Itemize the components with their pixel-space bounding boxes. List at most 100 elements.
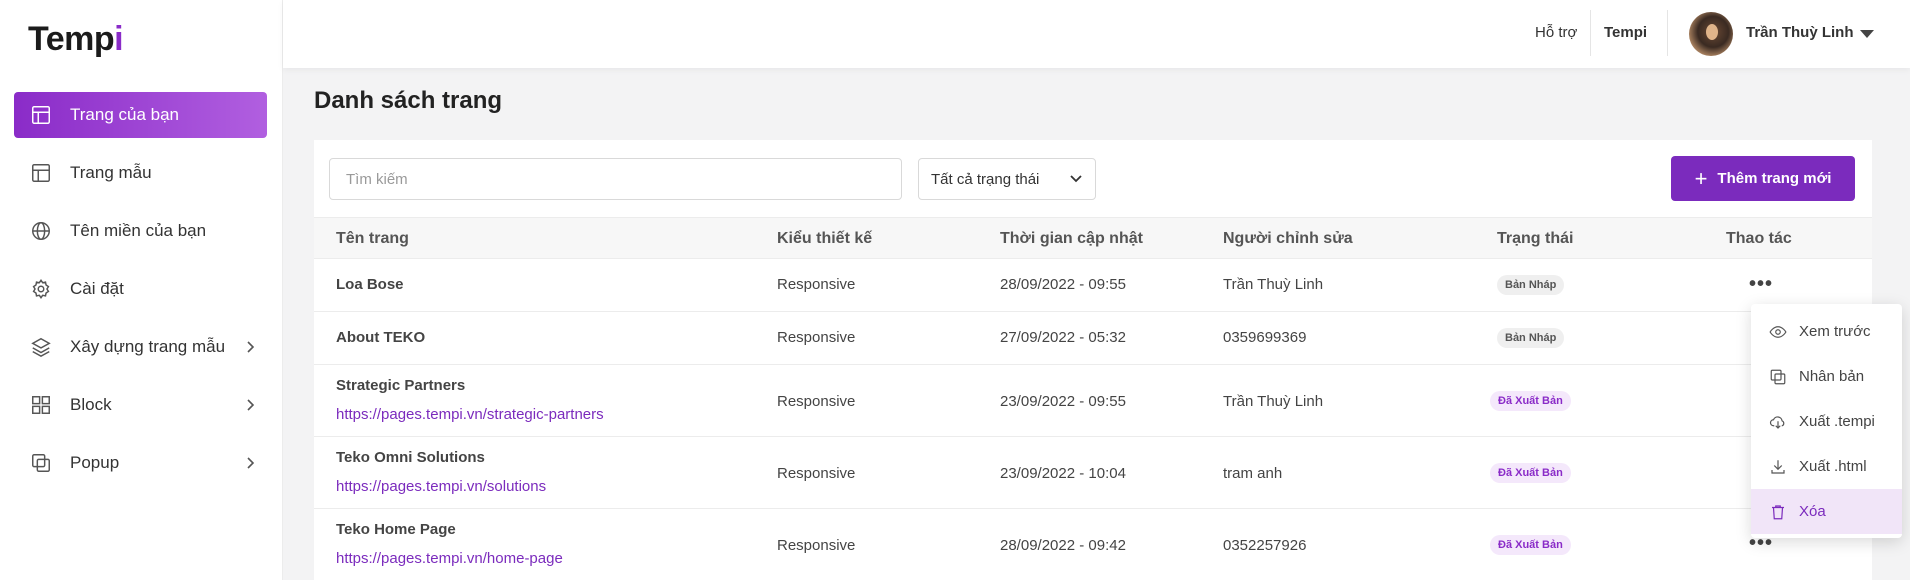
menu-item-export-tempi[interactable]: Xuất .tempi bbox=[1751, 399, 1902, 444]
search-input[interactable] bbox=[329, 158, 902, 200]
sidebar-item-label: Xây dựng trang mẫu bbox=[70, 337, 226, 356]
popup-icon bbox=[30, 452, 52, 474]
sidebar-item-build-template[interactable]: Xây dựng trang mẫu bbox=[14, 324, 267, 370]
grid-icon bbox=[30, 394, 52, 416]
status-badge: Đã Xuất Bản bbox=[1490, 535, 1571, 555]
table-row[interactable]: Teko Omni Solutions https://pages.tempi.… bbox=[314, 437, 1872, 509]
add-page-button[interactable]: + Thêm trang mới bbox=[1671, 156, 1855, 201]
page-name[interactable]: Loa Bose bbox=[336, 276, 404, 293]
page-title: Danh sách trang bbox=[314, 87, 503, 114]
editor-name: tram anh bbox=[1223, 465, 1283, 482]
divider bbox=[1667, 10, 1668, 56]
sidebar-item-label: Popup bbox=[70, 453, 120, 472]
sidebar-nav: Trang của bạn Trang mẫu Tên miền của bạn… bbox=[14, 92, 267, 498]
status-filter-value: Tất cả trạng thái bbox=[931, 170, 1040, 188]
column-header[interactable]: Thời gian cập nhật bbox=[1000, 230, 1143, 248]
table-row[interactable]: Strategic Partners https://pages.tempi.v… bbox=[314, 365, 1872, 437]
sidebar-item-templates[interactable]: Trang mẫu bbox=[14, 150, 267, 196]
column-header[interactable]: Người chỉnh sửa bbox=[1223, 230, 1353, 248]
menu-item-label: Xóa bbox=[1799, 503, 1826, 520]
updated-time: 28/09/2022 - 09:55 bbox=[1000, 276, 1126, 293]
more-actions-button[interactable]: ••• bbox=[1749, 533, 1773, 553]
brand-link[interactable]: Tempi bbox=[1604, 24, 1647, 41]
menu-item-preview[interactable]: Xem trước bbox=[1751, 309, 1902, 354]
status-filter-select[interactable]: Tất cả trạng thái bbox=[918, 158, 1096, 200]
column-header[interactable]: Kiểu thiết kế bbox=[777, 230, 872, 248]
divider bbox=[1590, 10, 1591, 56]
chevron-down-icon bbox=[1070, 175, 1082, 183]
caret-down-icon[interactable] bbox=[1860, 30, 1874, 38]
page-name[interactable]: About TEKO bbox=[336, 329, 425, 346]
page-url-link[interactable]: https://pages.tempi.vn/solutions bbox=[336, 478, 546, 495]
menu-item-export-html[interactable]: Xuất .html bbox=[1751, 444, 1902, 489]
sidebar-item-popup[interactable]: Popup bbox=[14, 440, 267, 486]
sidebar-item-label: Cài đặt bbox=[70, 279, 124, 298]
top-bar bbox=[283, 0, 1910, 68]
page-name[interactable]: Teko Home Page bbox=[336, 521, 456, 538]
globe-icon bbox=[30, 220, 52, 242]
user-name[interactable]: Trần Thuỳ Linh bbox=[1746, 24, 1854, 41]
design-type: Responsive bbox=[777, 329, 856, 346]
updated-time: 23/09/2022 - 09:55 bbox=[1000, 393, 1126, 410]
more-actions-button[interactable]: ••• bbox=[1749, 274, 1773, 294]
editor-name: 0359699369 bbox=[1223, 329, 1307, 346]
sidebar-item-label: Block bbox=[70, 395, 112, 414]
menu-item-label: Nhân bản bbox=[1799, 368, 1865, 385]
tempi-logo[interactable]: Tempi bbox=[28, 20, 124, 59]
eye-icon bbox=[1769, 325, 1787, 338]
add-page-label: Thêm trang mới bbox=[1717, 170, 1832, 187]
design-type: Responsive bbox=[777, 465, 856, 482]
updated-time: 27/09/2022 - 05:32 bbox=[1000, 329, 1126, 346]
design-type: Responsive bbox=[777, 537, 856, 554]
column-header[interactable]: Tên trang bbox=[336, 230, 409, 248]
layers-icon bbox=[30, 336, 52, 358]
column-header[interactable]: Trạng thái bbox=[1497, 230, 1573, 248]
sidebar-item-block[interactable]: Block bbox=[14, 382, 267, 428]
chevron-right-icon bbox=[247, 341, 255, 353]
menu-item-duplicate[interactable]: Nhân bản bbox=[1751, 354, 1902, 399]
design-type: Responsive bbox=[777, 393, 856, 410]
table-header: Tên trang Kiểu thiết kế Thời gian cập nh… bbox=[314, 217, 1872, 259]
page-name[interactable]: Teko Omni Solutions bbox=[336, 449, 485, 466]
design-type: Responsive bbox=[777, 276, 856, 293]
download-icon bbox=[1771, 459, 1785, 474]
updated-time: 23/09/2022 - 10:04 bbox=[1000, 465, 1126, 482]
editor-name: 0352257926 bbox=[1223, 537, 1307, 554]
updated-time: 28/09/2022 - 09:42 bbox=[1000, 537, 1126, 554]
page-url-link[interactable]: https://pages.tempi.vn/strategic-partner… bbox=[336, 406, 604, 423]
page-url-link[interactable]: https://pages.tempi.vn/home-page bbox=[336, 550, 563, 567]
menu-item-label: Xuất .html bbox=[1799, 458, 1867, 475]
editor-name: Trần Thuỳ Linh bbox=[1223, 393, 1324, 410]
status-badge: Bản Nháp bbox=[1497, 275, 1565, 295]
sidebar-item-label: Tên miền của bạn bbox=[70, 221, 207, 240]
actions-menu: Xem trước Nhân bản Xuất .tempi Xuất .htm… bbox=[1751, 304, 1902, 538]
page-name[interactable]: Strategic Partners bbox=[336, 377, 465, 394]
editor-name: Trần Thuỳ Linh bbox=[1223, 276, 1324, 293]
table-row[interactable]: About TEKO Responsive 27/09/2022 - 05:32… bbox=[314, 312, 1872, 365]
sidebar: Tempi Trang của bạn Trang mẫu Tên miền c… bbox=[0, 0, 283, 580]
menu-item-delete[interactable]: Xóa bbox=[1751, 489, 1902, 534]
table-row[interactable]: Loa Bose Responsive 28/09/2022 - 09:55 T… bbox=[314, 259, 1872, 312]
plus-icon: + bbox=[1694, 165, 1708, 191]
copy-icon bbox=[1770, 369, 1786, 384]
gear-icon bbox=[30, 278, 52, 300]
status-badge: Đã Xuất Bản bbox=[1490, 391, 1571, 411]
sidebar-item-label: Trang của bạn bbox=[70, 105, 179, 124]
support-link[interactable]: Hỗ trợ bbox=[1535, 24, 1577, 41]
status-badge: Đã Xuất Bản bbox=[1490, 463, 1571, 483]
avatar[interactable] bbox=[1689, 12, 1733, 56]
pages-card: Tất cả trạng thái + Thêm trang mới Tên t… bbox=[314, 140, 1872, 580]
table-row[interactable]: Teko Home Page https://pages.tempi.vn/ho… bbox=[314, 509, 1872, 580]
column-header: Thao tác bbox=[1726, 230, 1792, 247]
sidebar-item-domains[interactable]: Tên miền của bạn bbox=[14, 208, 267, 254]
sidebar-item-label: Trang mẫu bbox=[70, 163, 152, 182]
chevron-right-icon bbox=[247, 399, 255, 411]
trash-icon bbox=[1772, 504, 1784, 519]
menu-item-label: Xem trước bbox=[1799, 323, 1871, 340]
sidebar-item-your-pages[interactable]: Trang của bạn bbox=[14, 92, 267, 138]
cloud-download-icon bbox=[1769, 415, 1785, 429]
layout-icon bbox=[30, 104, 52, 126]
status-badge: Bản Nháp bbox=[1497, 328, 1565, 348]
sidebar-item-settings[interactable]: Cài đặt bbox=[14, 266, 267, 312]
menu-item-label: Xuất .tempi bbox=[1799, 413, 1875, 430]
